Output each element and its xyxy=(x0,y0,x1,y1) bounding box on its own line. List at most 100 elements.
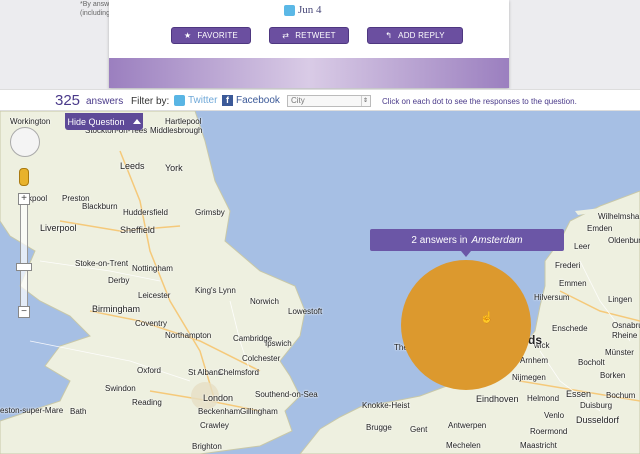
place-label: Roermond xyxy=(530,427,568,436)
place-label: Huddersfield xyxy=(123,208,168,217)
place-label: Leicester xyxy=(138,291,171,300)
place-label: Enschede xyxy=(552,324,588,333)
place-label: Gent xyxy=(410,425,428,434)
map[interactable]: Workington Hartlepool Stockton-on-Tees M… xyxy=(0,111,640,454)
tweet-date: Jun 4 xyxy=(284,4,322,16)
chevron-up-icon xyxy=(132,119,141,124)
favorite-label: FAVORITE xyxy=(197,31,238,40)
retweet-label: RETWEET xyxy=(295,31,336,40)
place-label: London xyxy=(203,393,234,403)
place-label: Emden xyxy=(587,224,613,233)
place-label: Bath xyxy=(70,407,87,416)
place-label: Swindon xyxy=(105,384,136,393)
zoom-slider-track[interactable] xyxy=(20,195,28,317)
place-label: Stoke-on-Trent xyxy=(75,259,129,268)
hand-cursor-icon: ☝ xyxy=(480,312,494,324)
zoom-slider-handle[interactable] xyxy=(16,263,32,271)
place-label: Leeds xyxy=(120,161,145,171)
place-label: Osnabruck xyxy=(612,321,640,330)
filter-facebook-label: Facebook xyxy=(236,95,280,106)
place-label: Bochum xyxy=(606,391,636,400)
map-hint: Click on each dot to see the responses t… xyxy=(382,97,577,106)
place-label: Workington xyxy=(10,117,51,126)
tooltip-city: Amsterdam xyxy=(471,234,523,246)
place-label: Leer xyxy=(574,242,591,251)
place-label: Coventry xyxy=(135,319,168,328)
tooltip-prefix: 2 answers in xyxy=(411,234,468,246)
chevron-down-icon: ⇕ xyxy=(361,96,369,106)
city-select-value: City xyxy=(291,96,305,105)
place-label: Northampton xyxy=(165,331,212,340)
place-label: Oldenburg xyxy=(608,236,640,245)
tooltip-arrow xyxy=(461,251,471,257)
place-label: Antwerpen xyxy=(448,421,487,430)
zoom-out-button[interactable]: − xyxy=(18,306,30,318)
place-label: Norwich xyxy=(250,297,279,306)
place-label: Mechelen xyxy=(446,441,481,450)
place-label: Middlesbrough xyxy=(150,126,203,135)
place-label: Hilversum xyxy=(534,293,570,302)
place-label: eston-super-Mare xyxy=(0,406,64,415)
place-label: Liverpool xyxy=(40,223,77,233)
place-label: Nijmegen xyxy=(512,373,546,382)
filter-by-label: Filter by: xyxy=(131,96,170,107)
map-pan-control[interactable] xyxy=(10,127,40,157)
place-label: York xyxy=(165,163,183,173)
filter-facebook[interactable]: f Facebook xyxy=(222,95,280,106)
place-label: Duisburg xyxy=(580,401,613,410)
place-label: Hartlepool xyxy=(165,117,202,126)
favorite-button[interactable]: ★ FAVORITE xyxy=(171,27,251,44)
place-label: Grimsby xyxy=(195,208,225,217)
place-label: Colchester xyxy=(242,354,281,363)
place-label: Oxford xyxy=(137,366,162,375)
retweet-button[interactable]: ⇄ RETWEET xyxy=(269,27,349,44)
place-label: Chelmsford xyxy=(218,368,259,377)
place-label: Maastricht xyxy=(520,441,557,450)
place-label: Ipswich xyxy=(265,339,292,348)
filter-bar: 325 answers Filter by: Twitter f Faceboo… xyxy=(0,89,640,111)
place-label: Borken xyxy=(600,371,626,380)
place-label: Helmond xyxy=(527,394,560,403)
place-label: Derby xyxy=(108,276,130,285)
add-reply-button[interactable]: ↰ ADD REPLY xyxy=(367,27,463,44)
place-label: Blackburn xyxy=(82,202,118,211)
tweet-actions: ★ FAVORITE ⇄ RETWEET ↰ ADD REPLY xyxy=(171,27,463,44)
amsterdam-answer-dot[interactable] xyxy=(401,260,531,390)
place-label: Lingen xyxy=(608,295,633,304)
filter-twitter-label: Twitter xyxy=(188,95,218,106)
place-label: Essen xyxy=(566,389,592,399)
place-label: Sheffield xyxy=(120,225,155,235)
place-label: Southend-on-Sea xyxy=(255,390,318,399)
hide-question-button[interactable]: Hide Question xyxy=(65,113,143,130)
place-label: Arnhem xyxy=(520,356,549,365)
hide-question-label: Hide Question xyxy=(67,116,125,127)
street-view-pegman-icon[interactable] xyxy=(19,168,29,186)
place-label: Reading xyxy=(132,398,162,407)
retweet-icon: ⇄ xyxy=(282,31,290,40)
card-footer xyxy=(109,58,509,88)
filter-twitter[interactable]: Twitter xyxy=(174,95,217,106)
reply-icon: ↰ xyxy=(385,31,393,40)
place-label: King's Lynn xyxy=(195,286,236,295)
answer-count: 325 xyxy=(55,92,81,109)
place-label: Dusseldorf xyxy=(576,415,620,425)
place-label: Venlo xyxy=(544,411,565,420)
tweet-card: Jun 4 ★ FAVORITE ⇄ RETWEET ↰ ADD REPLY xyxy=(109,0,509,88)
place-label: Lowestoft xyxy=(288,307,323,316)
place-label: Knokke-Heist xyxy=(362,401,410,410)
add-reply-label: ADD REPLY xyxy=(398,31,445,40)
answer-count-label: answers xyxy=(86,96,124,107)
place-label: Frederi xyxy=(555,261,581,270)
place-label: Crawley xyxy=(200,421,229,430)
zoom-in-button[interactable]: + xyxy=(18,193,30,205)
place-label: Nottingham xyxy=(132,264,173,273)
place-label: Münster xyxy=(605,348,634,357)
place-label: Wilhelmsha xyxy=(598,212,640,221)
star-icon: ★ xyxy=(184,31,192,40)
place-label: Brighton xyxy=(192,442,222,451)
city-select[interactable]: City ⇕ xyxy=(287,95,371,107)
place-label: Brugge xyxy=(366,423,392,432)
place-label: Gillingham xyxy=(240,407,278,416)
place-label: Birmingham xyxy=(92,304,141,314)
app-root: *By answ (including Jun 4 ★ FAVORITE ⇄ R… xyxy=(0,0,640,454)
